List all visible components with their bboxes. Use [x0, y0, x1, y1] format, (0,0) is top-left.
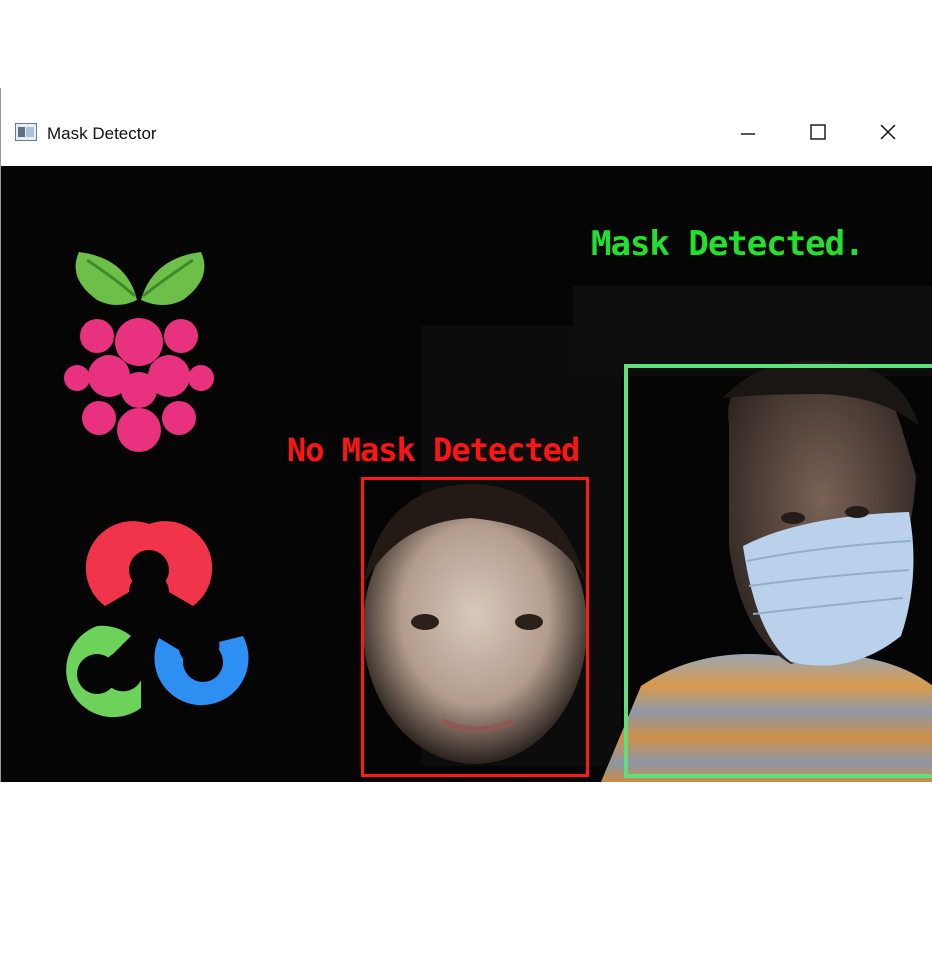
- mask-bounding-box: [624, 364, 932, 778]
- title-bar[interactable]: Mask Detector: [1, 88, 932, 166]
- minimize-icon: [741, 133, 755, 135]
- window-title: Mask Detector: [47, 124, 157, 143]
- raspberry-pi-logo: [64, 252, 214, 452]
- app-window: Mask Detector Mask Detected. No Mask Det…: [0, 88, 932, 782]
- opencv-logo: [66, 521, 249, 718]
- close-button[interactable]: [865, 114, 911, 150]
- no-mask-detected-label: No Mask Detected: [287, 431, 580, 469]
- minimize-button[interactable]: [725, 114, 771, 150]
- maximize-icon: [810, 124, 826, 140]
- no-mask-bounding-box: [361, 477, 589, 777]
- mask-detected-label: Mask Detected.: [591, 224, 865, 264]
- video-frame: Mask Detected. No Mask Detected: [1, 166, 932, 782]
- app-icon: [15, 123, 37, 141]
- maximize-button[interactable]: [795, 114, 841, 150]
- close-icon: [880, 124, 896, 140]
